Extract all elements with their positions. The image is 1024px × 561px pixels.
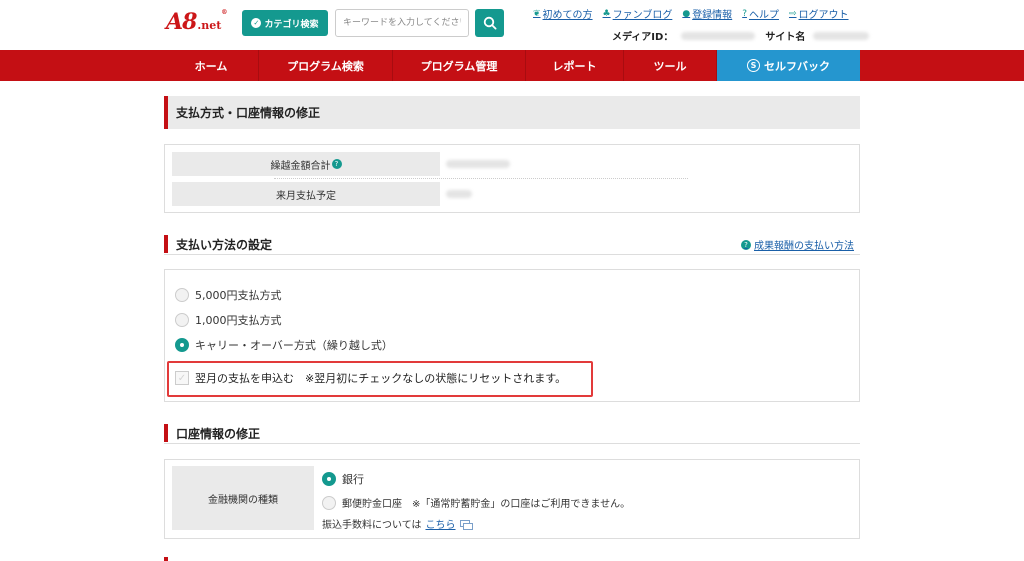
page-title: 支払方式・口座情報の修正 <box>164 96 860 129</box>
selfback-icon: S <box>747 59 760 72</box>
site-name-redacted <box>813 31 870 40</box>
section-divider <box>164 443 860 444</box>
nav-program-management[interactable]: プログラム管理 <box>393 50 526 81</box>
logout-icon: ⇨ <box>788 8 797 19</box>
next-month-payment-option[interactable]: ✓ 翌月の支払を申込む ※翌月初にチェックなしの状態にリセットされます。 <box>175 370 566 386</box>
section-divider <box>164 254 860 255</box>
radio-5000-option[interactable]: 5,000円支払方式 <box>175 287 282 303</box>
help-icon[interactable]: ? <box>331 159 342 169</box>
media-id-label: メディアID： <box>612 32 674 43</box>
divider <box>274 178 688 179</box>
carryover-total-redacted <box>446 160 510 168</box>
radio-carryover[interactable] <box>175 338 189 352</box>
transfer-fee-link[interactable]: こちら <box>426 516 456 531</box>
category-search-button[interactable]: ✓ カテゴリ検索 <box>242 10 328 36</box>
help-icon: ? <box>741 239 751 250</box>
radio-5000[interactable] <box>175 288 189 302</box>
help-icon: ? <box>742 8 747 19</box>
next-month-payment-redacted <box>446 190 472 198</box>
radio-postal[interactable] <box>322 495 336 510</box>
external-window-icon <box>459 520 473 530</box>
site-name-label: サイト名 <box>765 32 806 43</box>
keyword-search-input[interactable] <box>335 9 469 37</box>
transfer-fee-note: 振込手数料については こちら <box>322 516 473 531</box>
nav-selfback[interactable]: S セルフバック <box>717 50 860 81</box>
user-icon: ● <box>682 8 691 19</box>
link-fan-blog[interactable]: ♣ ファンブログ <box>602 6 673 22</box>
next-month-payment-label: 来月支払予定 <box>172 182 440 206</box>
link-registration-info[interactable]: ● 登録情報 <box>682 6 732 22</box>
radio-postal-option[interactable]: 郵便貯金口座 ※「通常貯蓄貯金」の口座はご利用できません。 <box>322 495 630 510</box>
nav-program-search[interactable]: プログラム検索 <box>259 50 393 81</box>
a8net-logo[interactable]: A8.net® <box>166 9 227 35</box>
top-links: ❦ 初めての方 ♣ ファンブログ ● 登録情報 ? ヘルプ ⇨ ログアウト <box>533 6 849 22</box>
link-first-time[interactable]: ❦ 初めての方 <box>533 6 593 22</box>
radio-1000-option[interactable]: 1,000円支払方式 <box>175 312 282 328</box>
link-help[interactable]: ? ヘルプ <box>742 6 779 22</box>
radio-carryover-option[interactable]: キャリー・オーバー方式（繰り越し式） <box>175 337 393 353</box>
leaf-icon: ❦ <box>533 8 541 19</box>
nav-tools[interactable]: ツール <box>624 50 717 81</box>
next-month-payment-checkbox-label: 翌月の支払を申込む ※翌月初にチェックなしの状態にリセットされます。 <box>195 372 567 385</box>
media-id-redacted <box>681 31 756 40</box>
people-icon: ♣ <box>602 8 611 19</box>
media-info: メディアID： サイト名 <box>612 28 870 43</box>
main-nav: ホーム プログラム検索 プログラム管理 レポート ツール S セルフバック <box>0 50 1024 81</box>
radio-1000[interactable] <box>175 313 189 327</box>
account-info-heading: 口座情報の修正 <box>164 424 860 442</box>
nav-home[interactable]: ホーム <box>164 50 259 81</box>
institution-type-label: 金融機関の種類 <box>172 466 314 530</box>
payment-method-help-link[interactable]: ? 成果報酬の支払い方法 <box>741 237 854 252</box>
next-section-marker <box>164 557 168 561</box>
radio-bank[interactable] <box>322 472 336 486</box>
search-button[interactable] <box>475 9 504 37</box>
radio-bank-option[interactable]: 銀行 <box>322 471 364 487</box>
next-month-payment-checkbox[interactable]: ✓ <box>175 371 189 385</box>
category-search-label: カテゴリ検索 <box>264 19 319 30</box>
nav-report[interactable]: レポート <box>526 50 624 81</box>
header: A8.net® ✓ カテゴリ検索 ❦初めての方 ♣ファンブログ ●登録情報 ?ヘ… <box>0 0 1024 50</box>
link-logout[interactable]: ⇨ ログアウト <box>788 6 849 22</box>
chevron-circle-icon: ✓ <box>251 18 262 28</box>
search-icon <box>483 16 497 30</box>
carryover-total-label: 繰越金額合計? <box>172 152 440 176</box>
